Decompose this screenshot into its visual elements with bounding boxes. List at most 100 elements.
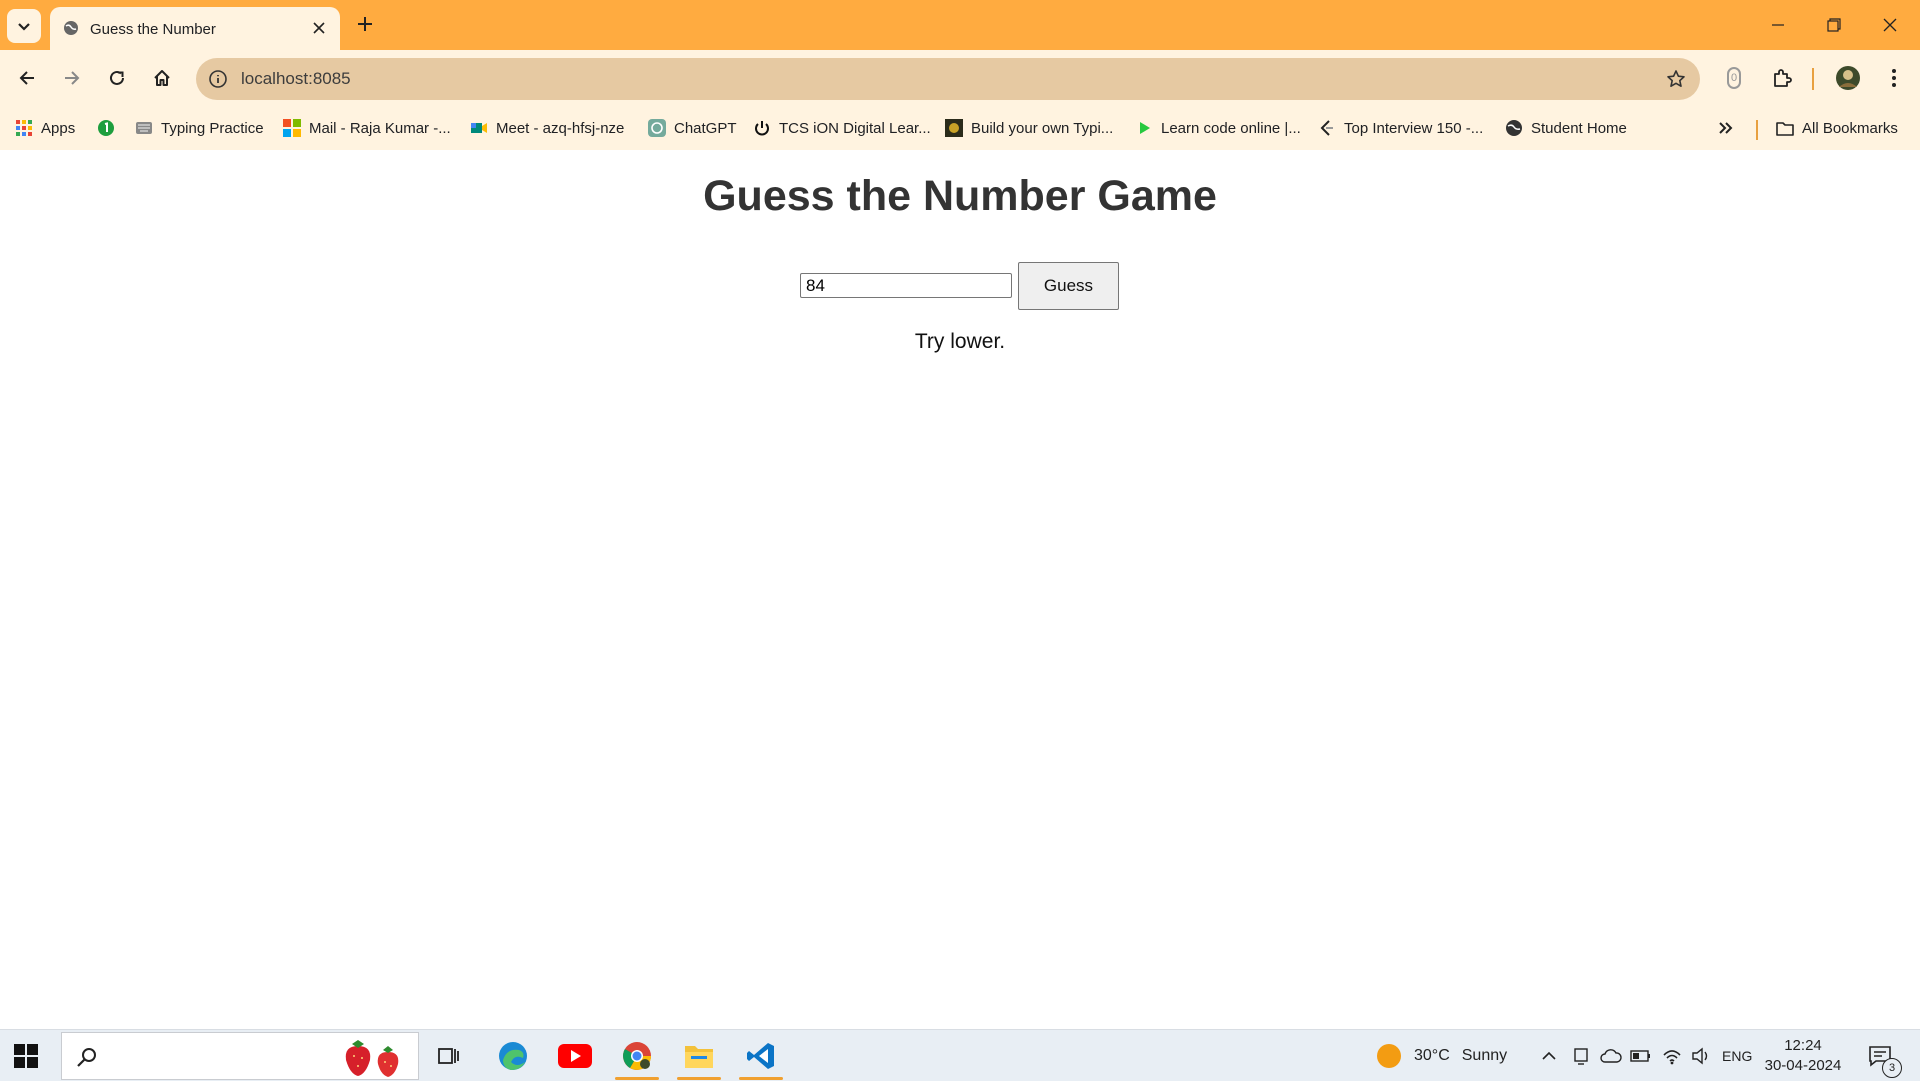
onedrive-icon[interactable] <box>1600 1030 1622 1081</box>
tab-active[interactable]: Guess the Number <box>50 7 340 50</box>
battery-icon[interactable] <box>1630 1030 1652 1081</box>
tab-title: Guess the Number <box>90 21 216 38</box>
home-button[interactable] <box>145 61 179 95</box>
file-explorer-icon[interactable] <box>674 1034 724 1080</box>
menu-kebab-icon[interactable] <box>1878 62 1910 94</box>
bookmark-tcs-ion[interactable]: TCS iON Digital Lear... <box>753 116 931 140</box>
reload-button[interactable] <box>100 61 134 95</box>
back-button[interactable] <box>10 61 44 95</box>
vscode-icon[interactable] <box>736 1034 786 1080</box>
bookmark-label: Apps <box>41 119 76 137</box>
sun-icon <box>1377 1043 1401 1068</box>
toolbar-divider <box>1812 68 1814 90</box>
guess-input[interactable] <box>800 273 1012 298</box>
forward-button[interactable] <box>55 61 89 95</box>
bookmark-mail[interactable]: Mail - Raja Kumar -... <box>283 116 451 140</box>
tab-close-icon[interactable] <box>308 17 330 39</box>
green-circle-badge-icon <box>97 119 115 137</box>
extensions-puzzle-icon[interactable] <box>1766 62 1798 94</box>
apps-grid-icon <box>15 119 33 137</box>
windows-start-icon[interactable] <box>12 1042 40 1070</box>
bookmark-learn-code[interactable]: Learn code online |... <box>1135 116 1301 140</box>
bookmark-top-interview[interactable]: Top Interview 150 -... <box>1318 116 1483 140</box>
notifications-button[interactable]: 3 <box>1868 1030 1902 1081</box>
language-indicator[interactable]: ENG <box>1722 1030 1752 1081</box>
bookmark-build-typing[interactable]: Build your own Typi... <box>945 116 1113 140</box>
bookmark-label: Learn code online |... <box>1161 119 1301 137</box>
bookmark-apps[interactable]: Apps <box>15 116 75 140</box>
bookmark-typing-practice[interactable]: Typing Practice <box>135 116 264 140</box>
folder-icon <box>1776 119 1794 137</box>
arrow-left-icon <box>19 71 34 85</box>
clock-time: 12:24 <box>1784 1037 1822 1054</box>
bookmark-label: Build your own Typi... <box>971 119 1114 137</box>
minimize-button[interactable] <box>1750 0 1806 50</box>
bookmark-label: Student Home <box>1531 119 1627 137</box>
weather-text: Sunny <box>1461 1046 1508 1064</box>
minimize-icon <box>1772 24 1784 26</box>
task-view-icon[interactable] <box>424 1034 474 1078</box>
home-icon <box>154 70 170 86</box>
power-icon <box>753 119 771 137</box>
browser-window: Guess the Number localhost:8085 0 Apps T… <box>0 0 1920 1029</box>
taskbar-search-box[interactable] <box>61 1032 419 1080</box>
typing-icon <box>135 119 153 137</box>
bookmarks-overflow-button[interactable] <box>1718 116 1734 140</box>
page-content: Guess the Number Game Guess Try lower. <box>0 150 1920 1029</box>
bookmark-chatgpt[interactable]: ChatGPT <box>648 116 737 140</box>
language-label: ENG <box>1722 1047 1753 1064</box>
meet-icon <box>470 119 488 137</box>
bookmark-meet[interactable]: Meet - azq-hfsj-nze <box>470 116 624 140</box>
bookmark-star-icon[interactable] <box>1664 67 1688 91</box>
plus-icon <box>358 17 372 31</box>
site-info-icon[interactable] <box>206 67 230 91</box>
profile-avatar[interactable] <box>1832 62 1864 94</box>
bookmark-label: Meet - azq-hfsj-nze <box>496 119 625 137</box>
result-message: Try lower. <box>914 330 1006 353</box>
leetcode-icon <box>1318 119 1336 137</box>
double-chevron-right-icon <box>1719 122 1733 134</box>
bookmark-green-badge[interactable] <box>97 116 123 140</box>
bookmark-label: TCS iON Digital Lear... <box>779 119 931 137</box>
bookmarks-divider <box>1756 120 1758 140</box>
globe-icon <box>1505 119 1523 137</box>
weather-widget[interactable]: 30°C Sunny <box>1376 1030 1507 1081</box>
meet-now-icon[interactable] <box>1573 1030 1589 1081</box>
clock-date: 30-04-2024 <box>1764 1057 1842 1074</box>
extension-badge-count: 0 <box>1727 67 1741 89</box>
bookmark-label: Mail - Raja Kumar -... <box>309 119 451 137</box>
page-title: Guess the Number Game <box>703 172 1217 220</box>
chrome-icon[interactable] <box>612 1034 662 1080</box>
weather-temp: 30°C <box>1414 1046 1450 1064</box>
notification-count-badge: 3 <box>1882 1058 1902 1078</box>
bookmark-label: Typing Practice <box>161 119 264 137</box>
microsoft-icon <box>283 119 301 137</box>
play-icon <box>1135 119 1153 137</box>
strawberry-icon <box>345 1040 399 1077</box>
bookmark-student-home[interactable]: Student Home <box>1505 116 1627 140</box>
search-icon <box>77 1048 96 1067</box>
restore-icon <box>1827 18 1841 32</box>
extension-badge-icon[interactable]: 0 <box>1718 62 1750 94</box>
new-tab-button[interactable] <box>351 10 379 38</box>
address-bar[interactable]: localhost:8085 <box>196 58 1700 100</box>
clock[interactable]: 12:24 30-04-2024 <box>1760 1036 1846 1076</box>
youtube-icon[interactable] <box>550 1034 600 1078</box>
tab-search-button[interactable] <box>7 9 41 43</box>
browser-toolbar: localhost:8085 0 <box>0 50 1920 108</box>
bookmark-label: ChatGPT <box>674 119 737 137</box>
reload-icon <box>110 70 124 85</box>
wifi-icon[interactable] <box>1662 1030 1682 1081</box>
close-window-button[interactable] <box>1862 0 1918 50</box>
chevron-up-icon <box>1542 1051 1556 1060</box>
url-text: localhost:8085 <box>241 69 351 88</box>
edge-icon[interactable] <box>488 1034 538 1078</box>
guess-button[interactable]: Guess <box>1018 262 1119 310</box>
chatgpt-icon <box>648 119 666 137</box>
restore-button[interactable] <box>1806 0 1862 50</box>
windows-taskbar: 30°C Sunny ENG 12:24 30-04-2024 3 <box>0 1029 1920 1081</box>
show-hidden-icons-button[interactable] <box>1541 1030 1557 1081</box>
volume-icon[interactable] <box>1691 1030 1711 1081</box>
chevron-down-icon <box>18 23 30 31</box>
all-bookmarks-button[interactable]: All Bookmarks <box>1776 116 1898 140</box>
